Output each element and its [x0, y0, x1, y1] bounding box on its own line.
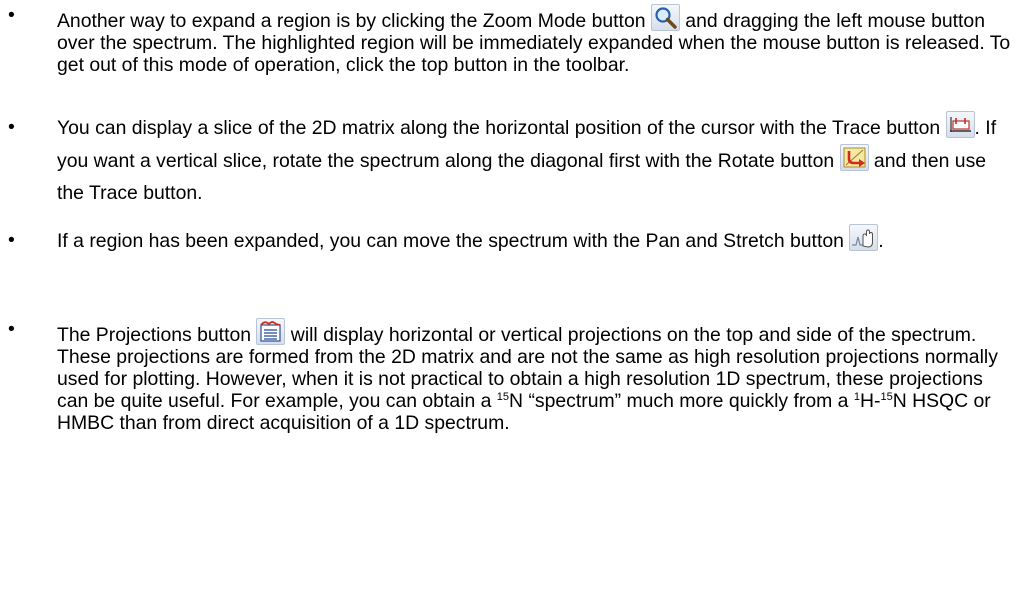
trace-icon: [945, 111, 975, 138]
bullet: •: [8, 318, 15, 340]
bullet: •: [8, 116, 15, 138]
paragraph-trace: You can display a slice of the 2D matrix…: [57, 111, 1015, 209]
bullet: •: [8, 229, 15, 251]
rotate-icon: [839, 144, 869, 171]
paragraph-pan: If a region has been expanded, you can m…: [57, 224, 1015, 257]
paragraph-zoom: Another way to expand a region is by cli…: [57, 4, 1015, 76]
paragraph-projections: The Projections button will display hori…: [57, 318, 1015, 434]
zoom-icon: [650, 4, 680, 31]
projections-icon: [256, 318, 286, 345]
bullet: •: [8, 4, 15, 26]
pan-stretch-icon: [849, 224, 879, 251]
